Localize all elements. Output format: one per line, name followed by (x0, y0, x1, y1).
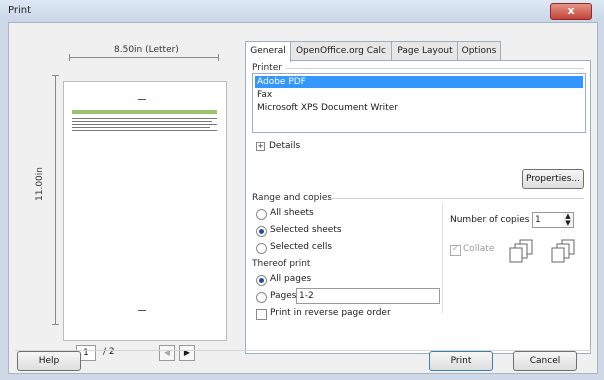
all-pages-radio[interactable] (256, 275, 267, 286)
copies-stepper[interactable]: ▲ ▼ (563, 212, 574, 228)
details-label: Details (269, 141, 301, 151)
properties-button[interactable]: Properties... (522, 169, 584, 189)
collated-copies-icon (509, 239, 533, 263)
all-sheets-radio[interactable] (256, 209, 267, 220)
preview-area: 8.50in (Letter) 11.00in 1 / 2 ◀ ▶ (19, 31, 229, 361)
tab-calc[interactable]: OpenOffice.org Calc (289, 41, 393, 61)
range-group-label: Range and copies (252, 193, 333, 203)
pages-input[interactable]: 1-2 (296, 288, 440, 304)
details-expander[interactable]: + Details (256, 141, 300, 151)
width-ruler (69, 54, 219, 61)
divider (286, 68, 584, 69)
collate-label: Collate (463, 244, 495, 254)
printer-group-label: Printer (252, 63, 282, 73)
copies-label: Number of copies (450, 215, 530, 225)
preview-row (72, 118, 217, 119)
preview-header-band (72, 110, 217, 114)
preview-row (72, 124, 217, 125)
uncollated-copies-icon (551, 239, 575, 263)
footer-mark (138, 310, 146, 311)
selected-sheets-label[interactable]: Selected sheets (270, 225, 342, 235)
preview-row (72, 130, 217, 131)
print-button[interactable]: Print (429, 351, 493, 371)
copies-input[interactable]: 1 (532, 212, 564, 228)
header-mark (138, 99, 146, 100)
general-panel: Printer Adobe PDF Fax Microsoft XPS Docu… (245, 60, 591, 354)
all-sheets-label[interactable]: All sheets (270, 208, 314, 218)
tab-options[interactable]: Options (457, 41, 501, 61)
preview-row (72, 121, 212, 122)
printer-item[interactable]: Microsoft XPS Document Writer (255, 102, 583, 114)
printer-item[interactable]: Adobe PDF (255, 76, 583, 88)
selected-cells-label[interactable]: Selected cells (270, 242, 332, 252)
pages-radio[interactable] (256, 292, 267, 303)
thereof-group-label: Thereof print (252, 259, 311, 269)
tab-general[interactable]: General (245, 41, 291, 62)
paper-width-label: 8.50in (Letter) (114, 45, 179, 55)
title-bar: Print x (0, 0, 604, 22)
preview-row (72, 127, 210, 128)
selected-sheets-radio[interactable] (256, 226, 267, 237)
next-page-button[interactable]: ▶ (179, 345, 195, 361)
cancel-button[interactable]: Cancel (513, 351, 577, 371)
reverse-order-checkbox[interactable] (256, 309, 267, 320)
expand-icon: + (256, 142, 265, 151)
help-button[interactable]: Help (17, 351, 81, 371)
page-preview (63, 81, 227, 341)
selected-cells-radio[interactable] (256, 243, 267, 254)
height-ruler (52, 75, 59, 325)
tab-page-layout[interactable]: Page Layout (391, 41, 459, 61)
dialog-body: 8.50in (Letter) 11.00in 1 / 2 ◀ ▶ Genera… (8, 22, 598, 374)
divider (442, 203, 443, 313)
all-pages-label[interactable]: All pages (270, 274, 311, 284)
prev-page-button[interactable]: ◀ (159, 345, 175, 361)
paper-height-label: 11.00in (35, 167, 45, 201)
printer-list[interactable]: Adobe PDF Fax Microsoft XPS Document Wri… (252, 73, 586, 133)
pages-label[interactable]: Pages (270, 291, 296, 301)
divider (328, 198, 584, 199)
reverse-order-label[interactable]: Print in reverse page order (270, 308, 391, 318)
divider (15, 350, 591, 351)
window-title: Print (8, 5, 32, 16)
collate-checkbox[interactable] (450, 244, 461, 256)
page-total: / 2 (103, 347, 115, 357)
printer-item[interactable]: Fax (255, 89, 583, 101)
close-button[interactable]: x (550, 3, 592, 20)
